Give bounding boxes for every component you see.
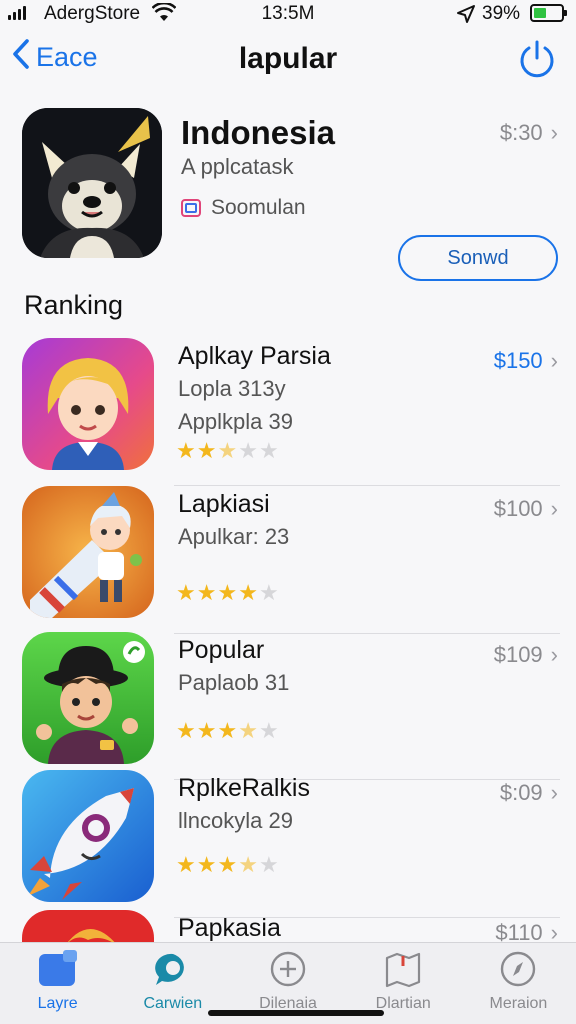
- app-subtitle: Paplaob 31: [178, 670, 290, 695]
- home-indicator[interactable]: [208, 1010, 384, 1016]
- ranking-item[interactable]: Aplkay Parsia Lopla 313y Applkpla 39 ★ ★ ★…: [0, 338, 576, 486]
- tab-label: Carwien: [143, 995, 203, 1012]
- plus-circle-icon: [266, 949, 310, 989]
- chevron-right-icon: ›: [550, 780, 558, 805]
- rating-stars: ★ ★ ★ ★ ★: [176, 440, 279, 462]
- star-filled-icon: ★: [196, 852, 217, 877]
- price-button[interactable]: $109 ›: [494, 642, 558, 668]
- star-filled-icon: ★: [176, 438, 196, 463]
- app-subtitle: llncokyla 29: [178, 808, 293, 833]
- chevron-right-icon: ›: [550, 348, 558, 373]
- tab-label: Dlartian: [375, 995, 431, 1012]
- ranking-item[interactable]: Lapkiasi Apulkar: 23 ★ ★ ★ ★ ★ $100 ›: [0, 486, 576, 634]
- tab-meraion[interactable]: Meraion: [461, 943, 576, 1024]
- price-value: $:09: [499, 780, 543, 805]
- chevron-right-icon: ›: [550, 120, 558, 145]
- app-name: Lapkiasi: [178, 490, 270, 518]
- app-icon-rocket[interactable]: [22, 770, 154, 902]
- chevron-left-icon: [12, 38, 30, 77]
- navigation-bar: Eace lapular: [0, 30, 576, 88]
- star-empty-icon: ★: [258, 438, 279, 463]
- rating-stars: ★ ★ ★ ★ ★: [176, 582, 279, 604]
- map-icon: [381, 949, 425, 989]
- star-filled-icon: ★: [176, 852, 196, 877]
- featured-app-subtitle: A pplcatask: [181, 154, 294, 179]
- battery-percent: 39%: [482, 3, 521, 24]
- featured-app-developer: Soomulan: [181, 196, 306, 220]
- app-name: Aplkay Parsia: [178, 342, 331, 370]
- price-button[interactable]: $:09 ›: [500, 780, 558, 806]
- app-subtitle: Apulkar: 23: [178, 524, 290, 549]
- developer-badge-icon: [181, 199, 201, 217]
- developer-name: Soomulan: [211, 196, 306, 219]
- star-half-icon: ★: [238, 718, 258, 743]
- app-name: Popular: [178, 636, 265, 664]
- tab-label: Layre: [37, 995, 78, 1012]
- ranking-section-title: Ranking: [24, 290, 124, 320]
- price-button[interactable]: $100 ›: [494, 496, 558, 522]
- app-icon-rocket-kid[interactable]: [22, 486, 154, 618]
- power-icon: [520, 40, 554, 78]
- star-empty-icon: ★: [258, 718, 279, 743]
- app-subtitle: Lopla 313y: [178, 376, 286, 401]
- tab-bar: Layre Carwien Dilenaia Dlartian Meraion: [0, 942, 576, 1024]
- back-button[interactable]: Eace: [12, 38, 98, 77]
- star-filled-icon: ★: [217, 852, 238, 877]
- price-value: $100: [493, 496, 543, 521]
- featured-app-icon[interactable]: [22, 108, 162, 258]
- rating-stars: ★ ★ ★ ★ ★: [176, 720, 279, 742]
- star-filled-icon: ★: [217, 580, 238, 605]
- app-icon-hat-boy[interactable]: [22, 632, 154, 764]
- featured-price[interactable]: $:30 ›: [500, 120, 558, 146]
- rating-stars: ★ ★ ★ ★ ★: [176, 854, 279, 876]
- star-half-icon: ★: [238, 852, 258, 877]
- featured-price-value: $:30: [499, 120, 543, 145]
- star-filled-icon: ★: [217, 718, 238, 743]
- star-filled-icon: ★: [196, 438, 217, 463]
- compass-icon: [496, 949, 540, 989]
- star-empty-icon: ★: [238, 438, 258, 463]
- star-filled-icon: ★: [176, 580, 196, 605]
- featured-action-button[interactable]: Sonwd: [398, 235, 558, 281]
- status-bar: AdergStore 13:5M 39%: [0, 0, 576, 28]
- tab-layre[interactable]: Layre: [0, 943, 115, 1024]
- battery-icon: [530, 4, 567, 22]
- back-label: Eace: [36, 42, 98, 72]
- app-name: Papkasia: [178, 914, 281, 942]
- featured-app[interactable]: Indonesia A pplcatask Soomulan $:30 › So…: [0, 108, 576, 294]
- price-button[interactable]: $150 ›: [494, 348, 558, 374]
- chevron-right-icon: ›: [550, 496, 558, 521]
- star-filled-icon: ★: [196, 718, 217, 743]
- location-arrow-icon: [456, 4, 476, 29]
- price-value: $109: [493, 642, 543, 667]
- chevron-right-icon: ›: [550, 642, 558, 667]
- app-subtitle-secondary: Applkpla 39: [178, 409, 293, 434]
- app-name: RplkeRalkis: [178, 774, 310, 802]
- tab-label: Meraion: [489, 995, 548, 1012]
- star-filled-icon: ★: [176, 718, 196, 743]
- ranking-item[interactable]: RplkeRalkis llncokyla 29 ★ ★ ★ ★ ★ $:09 ›: [0, 770, 576, 918]
- chat-bubble-icon: [151, 949, 195, 989]
- star-empty-icon: ★: [258, 852, 279, 877]
- star-filled-icon: ★: [196, 580, 217, 605]
- star-filled-icon: ★: [238, 580, 258, 605]
- star-half-icon: ★: [217, 438, 238, 463]
- ranking-item[interactable]: Popular Paplaob 31 ★ ★ ★ ★ ★ $109 ›: [0, 632, 576, 780]
- star-empty-icon: ★: [258, 580, 279, 605]
- square-icon: [36, 949, 80, 989]
- app-store-screen: AdergStore 13:5M 39% Eace lapular Indone…: [0, 0, 576, 1024]
- power-button[interactable]: [516, 38, 558, 80]
- featured-app-name: Indonesia: [181, 114, 336, 151]
- app-icon-girl[interactable]: [22, 338, 154, 470]
- price-value: $150: [493, 348, 543, 373]
